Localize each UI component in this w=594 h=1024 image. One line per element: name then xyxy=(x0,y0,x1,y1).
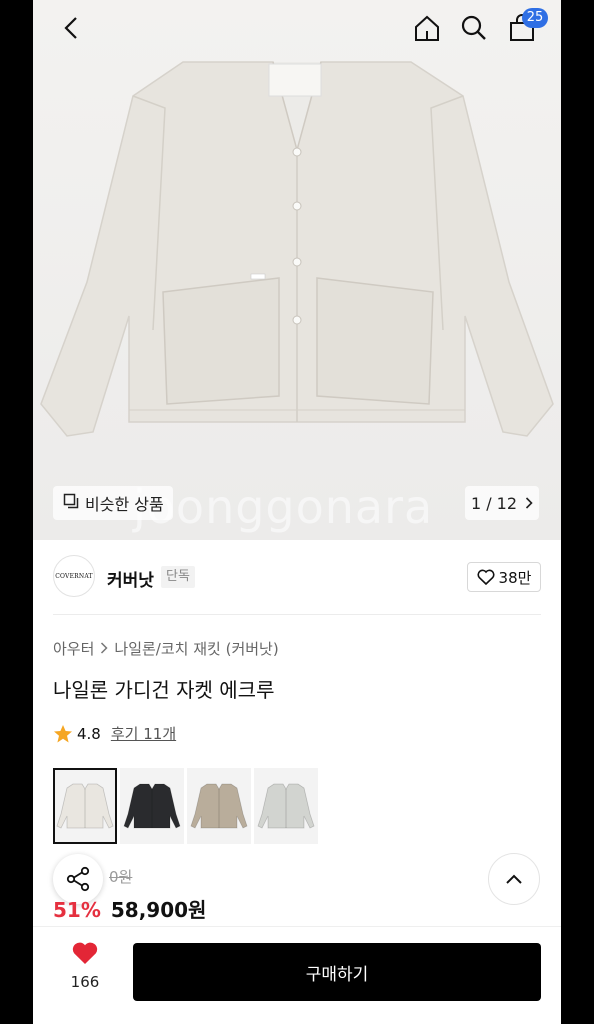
back-button[interactable] xyxy=(53,10,89,46)
color-option-ecru[interactable] xyxy=(53,768,117,844)
back-arrow-icon xyxy=(64,17,77,39)
color-option-black[interactable] xyxy=(120,768,184,844)
color-option-light-grey[interactable] xyxy=(254,768,318,844)
wishlist-count: 166 xyxy=(70,973,100,991)
star-icon xyxy=(54,724,72,742)
brand-like-count: 38만 xyxy=(498,568,532,587)
jacket-thumbnail-image xyxy=(190,783,248,829)
price-row: 51% 58,900원 xyxy=(53,894,206,923)
page-count: 1 / 12 xyxy=(470,493,518,513)
chevron-right-icon xyxy=(525,494,533,513)
jacket-thumbnail-image xyxy=(123,783,181,829)
sale-price: 58,900원 xyxy=(110,898,207,922)
heart-filled-icon xyxy=(72,942,98,964)
jacket-thumbnail-image xyxy=(257,783,315,829)
exclusive-badge: 단독 xyxy=(161,566,195,588)
similar-icon xyxy=(63,493,79,513)
heart-outline-icon xyxy=(477,569,495,585)
rating-value: 4.8 xyxy=(77,724,101,743)
brand-like-button[interactable]: 38만 xyxy=(467,562,541,592)
review-count-link[interactable]: 후기 11개 xyxy=(111,723,176,744)
home-icon xyxy=(415,15,439,41)
discount-rate: 51% xyxy=(53,898,101,922)
product-image-carousel[interactable]: joonggonara 비슷한 상품 1 / 12 xyxy=(33,0,561,540)
product-page: joonggonara 비슷한 상품 1 / 12 25 COVERNAT 커버… xyxy=(33,0,561,1024)
brand-name[interactable]: 커버낫 xyxy=(107,566,154,591)
chevron-right-icon xyxy=(100,640,108,658)
share-icon xyxy=(66,866,90,892)
cart-count-badge: 25 xyxy=(522,8,548,28)
search-icon xyxy=(461,15,486,40)
chevron-up-icon xyxy=(506,874,522,884)
cart-button[interactable]: 25 xyxy=(504,8,548,46)
search-button[interactable] xyxy=(456,10,492,46)
buy-button[interactable]: 구매하기 xyxy=(133,943,541,1001)
divider xyxy=(53,614,541,615)
breadcrumb-item-subcategory[interactable]: 나일론/코치 재킷 (커버낫) xyxy=(114,638,278,659)
color-options xyxy=(53,768,318,844)
similar-products-button[interactable]: 비슷한 상품 xyxy=(53,486,173,520)
similar-label: 비슷한 상품 xyxy=(85,495,164,514)
home-button[interactable] xyxy=(409,10,445,46)
jacket-thumbnail-image xyxy=(56,783,114,829)
color-option-beige[interactable] xyxy=(187,768,251,844)
product-title: 나일론 가디건 자켓 에크루 xyxy=(53,678,275,702)
bottom-action-bar: 166 구매하기 xyxy=(33,926,561,1024)
product-jacket-image xyxy=(40,61,554,437)
scroll-to-top-button[interactable] xyxy=(488,853,540,905)
brand-row: COVERNAT 커버낫 단독 38만 xyxy=(53,555,541,601)
original-price: 0원 xyxy=(109,868,133,886)
breadcrumb-item-category[interactable]: 아우터 xyxy=(53,638,94,659)
image-page-indicator[interactable]: 1 / 12 xyxy=(465,486,539,520)
wishlist-button[interactable]: 166 xyxy=(59,941,111,991)
brand-logo[interactable]: COVERNAT xyxy=(53,555,95,597)
rating-row: 4.8 후기 11개 xyxy=(53,723,176,744)
watermark: joonggonara xyxy=(133,480,434,534)
breadcrumb: 아우터 나일론/코치 재킷 (커버낫) xyxy=(53,638,279,659)
top-navigation: 25 xyxy=(33,0,561,56)
brand-logo-text: COVERNAT xyxy=(55,572,93,580)
